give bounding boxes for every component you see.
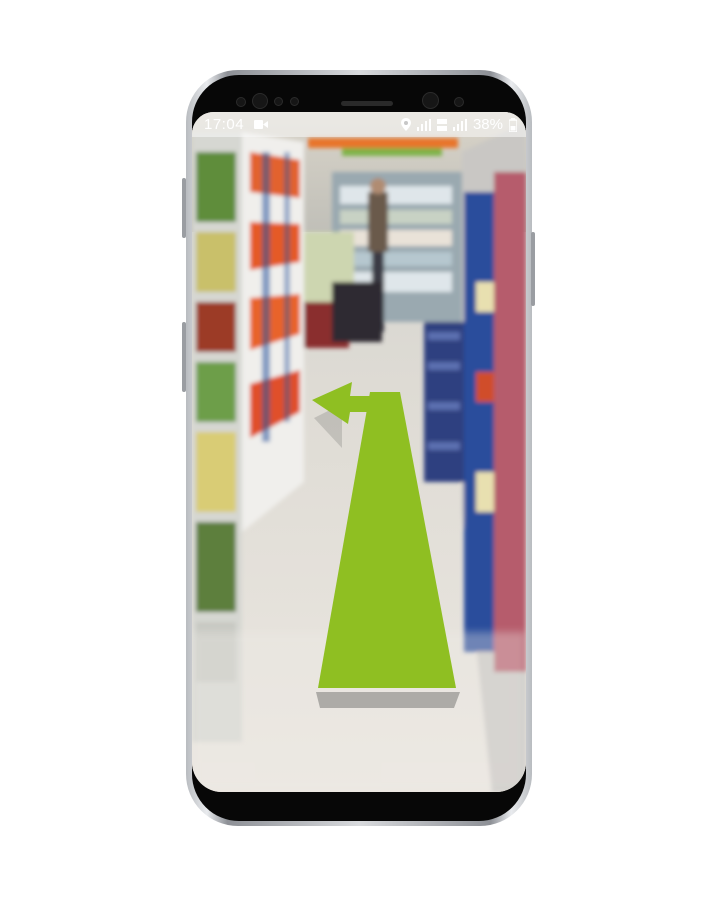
front-camera-icon <box>422 92 439 109</box>
front-sensor <box>236 97 246 107</box>
proximity-sensor <box>274 97 283 106</box>
signal-icon <box>452 118 467 131</box>
iris-camera-icon <box>252 93 268 109</box>
phone-screen[interactable]: 17:04 38% <box>192 112 526 792</box>
iris-led <box>454 97 464 107</box>
bixby-button[interactable] <box>182 322 186 392</box>
earpiece-speaker <box>341 101 393 106</box>
light-sensor <box>290 97 299 106</box>
battery-icon <box>509 117 517 132</box>
status-bar: 17:04 38% <box>192 112 526 137</box>
volume-button[interactable] <box>182 178 186 238</box>
battery-percentage: 38% <box>472 116 503 133</box>
video-record-icon <box>254 120 269 129</box>
arrow-shadow <box>316 692 460 708</box>
power-button[interactable] <box>531 232 535 306</box>
location-icon <box>400 118 411 131</box>
status-right-group: 38% <box>400 116 517 133</box>
lte-icon <box>436 118 447 131</box>
status-time: 17:04 <box>204 116 245 133</box>
signal-icon <box>416 118 431 131</box>
navigation-arrow-icon <box>312 382 460 708</box>
